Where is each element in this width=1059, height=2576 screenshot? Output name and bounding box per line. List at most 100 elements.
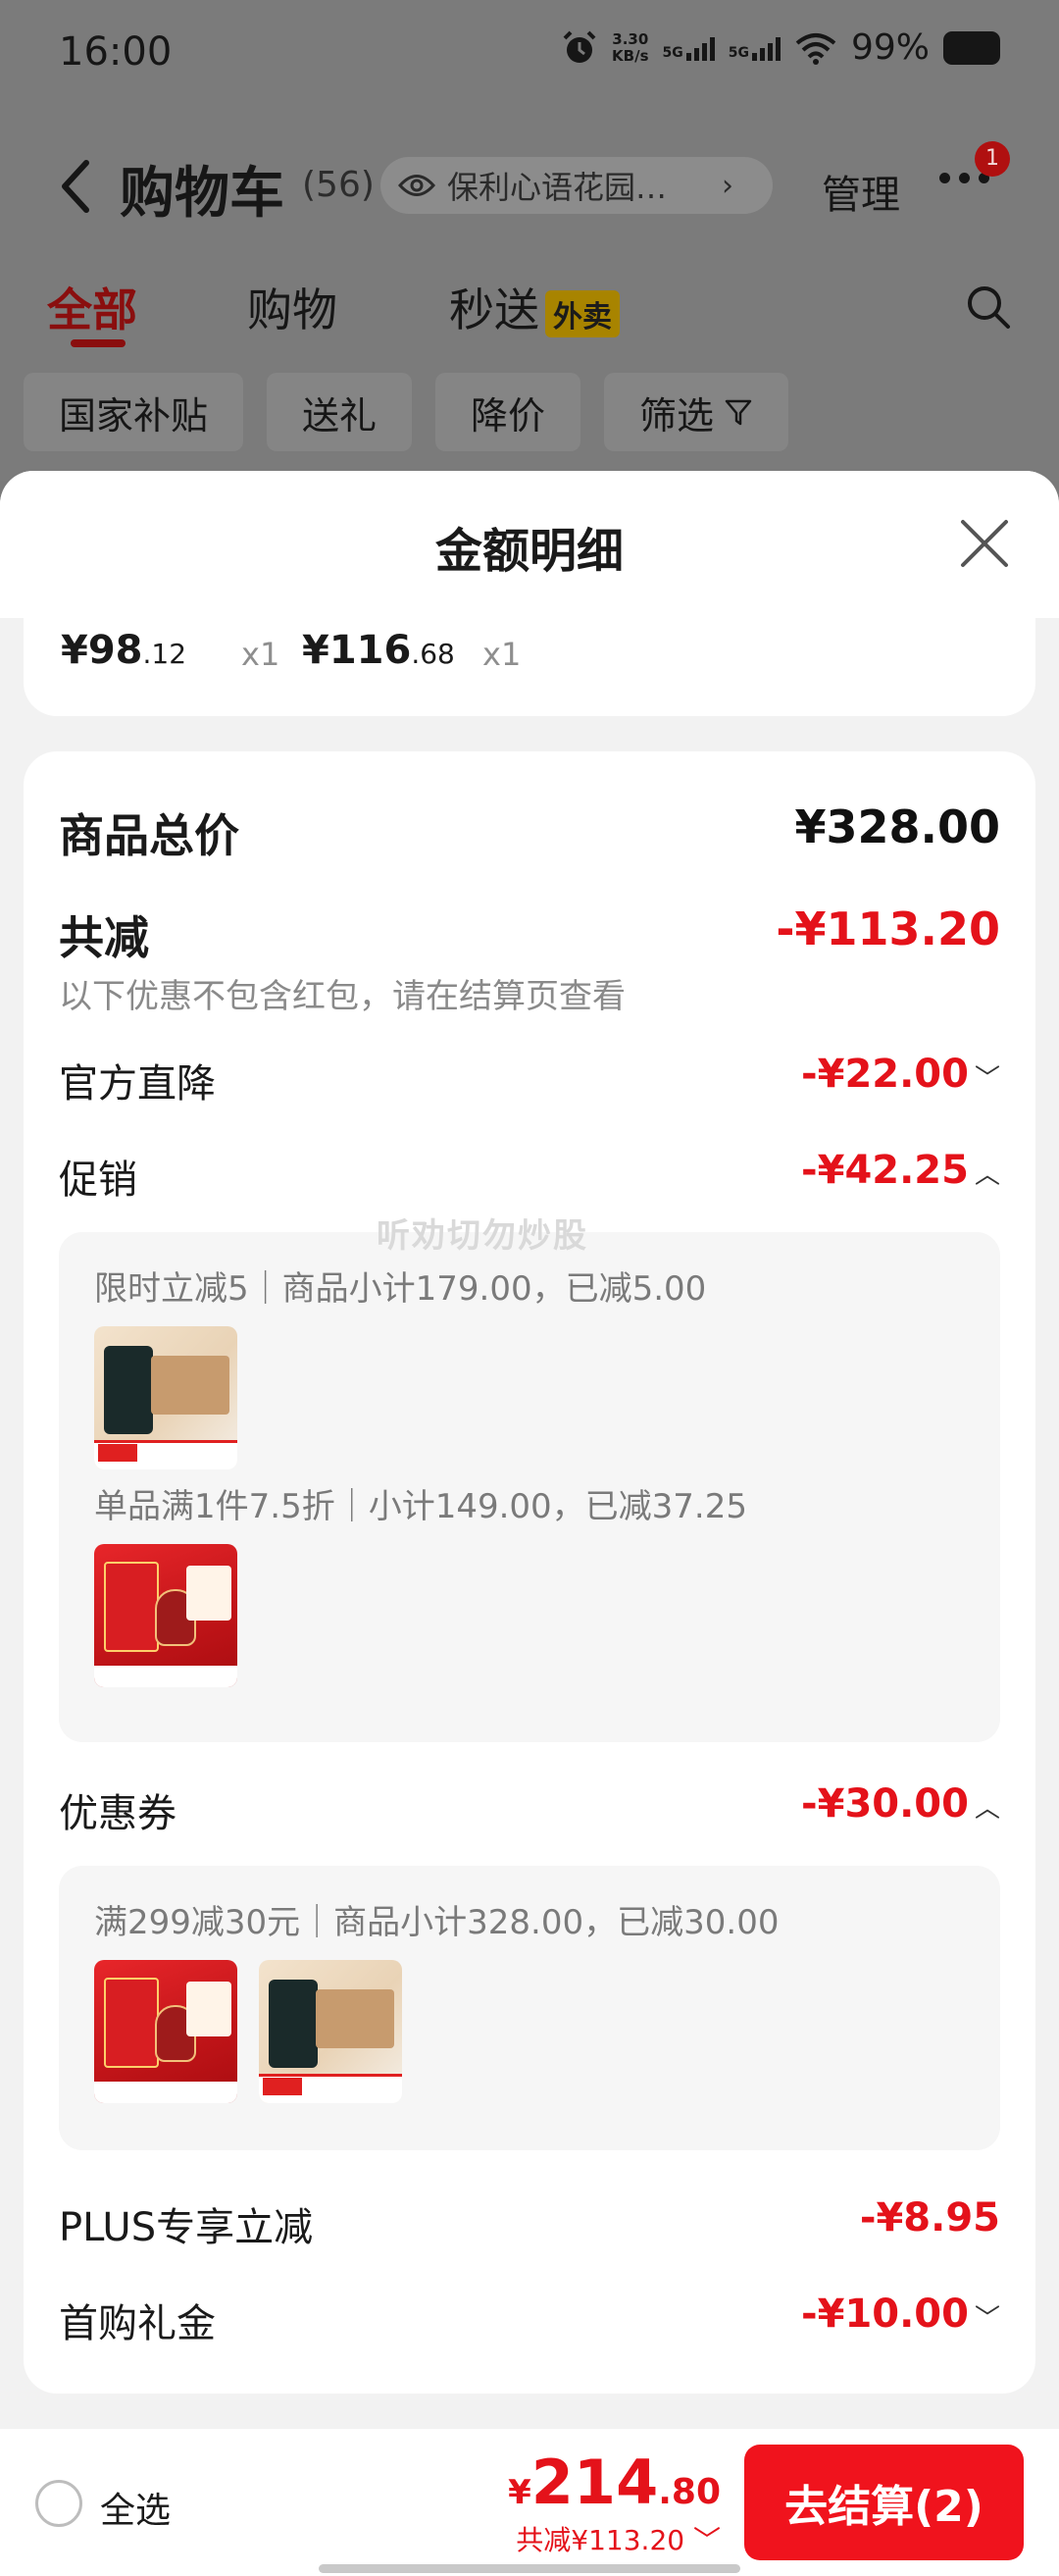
item-qty: x1	[241, 636, 280, 673]
coupon-label: 优惠券	[59, 1791, 176, 1836]
item-price: ¥116.68	[302, 628, 455, 673]
cart-count: (56)	[302, 165, 375, 205]
coupon-value: -¥30.00 ︿	[801, 1781, 1000, 1827]
tab-instant-delivery[interactable]: 秒送 外卖	[449, 275, 620, 339]
official-discount-row[interactable]: 官方直降 -¥22.00 ﹀	[59, 1052, 1000, 1107]
tab-instant-delivery-label: 秒送	[449, 283, 539, 336]
address-selector[interactable]: 保利心语花园… ›	[380, 157, 773, 214]
more-options-icon[interactable]	[939, 173, 989, 183]
chip-gift[interactable]: 送礼	[267, 373, 413, 451]
sheet-title: 金额明细	[434, 524, 624, 579]
net-speed-value: 3.30	[612, 29, 649, 48]
back-arrow-icon[interactable]	[57, 159, 96, 214]
page-title: 购物车	[120, 162, 284, 226]
amount-detail-sheet: 金额明细 ¥98.12 x1 ¥116.68 x1 商品总价 ¥328.00 共…	[0, 471, 1059, 2576]
net-speed: 3.30 KB/s	[612, 29, 649, 65]
signal-bars-icon	[685, 35, 715, 61]
alarm-icon	[563, 30, 596, 63]
search-icon[interactable]	[966, 284, 1011, 330]
status-icons: 3.30 KB/s 5G 5G 99%	[561, 27, 1000, 68]
item-prices-card: ¥98.12 x1 ¥116.68 x1	[24, 618, 1035, 716]
coupon-row[interactable]: 优惠券 -¥30.00 ︿	[59, 1781, 1000, 1836]
net-speed-unit: KB/s	[612, 46, 649, 65]
first-purchase-gift-value: -¥10.00 ﹀	[801, 2292, 1000, 2337]
product-thumbnail-liquor[interactable]	[94, 1326, 237, 1469]
final-total-integer: 214	[530, 2447, 659, 2518]
notification-badge: 1	[975, 141, 1010, 177]
cart-tabs: 全部 购物 秒送 外卖	[0, 275, 1059, 353]
item-price-decimal: .12	[142, 638, 187, 670]
chevron-down-icon: ﹀	[692, 2524, 721, 2556]
final-total-decimal: .80	[658, 2472, 721, 2512]
plus-discount-row: PLUS专享立减 -¥8.95	[59, 2195, 1000, 2250]
promo-detail-line: 单品满1件7.5折｜小计149.00，已减37.25	[94, 1487, 748, 1526]
background-cart-page: 16:00 3.30 KB/s 5G 5G 99% 购物车 (56) 保利心语花…	[0, 0, 1059, 481]
final-total: ¥214.80	[508, 2447, 721, 2518]
signal-2-label: 5G	[728, 44, 749, 61]
signal-2: 5G	[729, 35, 781, 61]
chip-national-subsidy[interactable]: 国家补贴	[24, 373, 244, 451]
promotion-row[interactable]: 促销 -¥42.25 ︿	[59, 1148, 1000, 1203]
promotion-details: 限时立减5｜商品小计179.00，已减5.00 单品满1件7.5折｜小计149.…	[59, 1232, 1000, 1742]
tab-shopping[interactable]: 购物	[247, 275, 337, 339]
filter-funnel-icon	[725, 399, 752, 426]
item-qty: x1	[482, 636, 522, 673]
status-bar: 16:00 3.30 KB/s 5G 5G 99%	[0, 0, 1059, 108]
first-purchase-gift-row[interactable]: 首购礼金 -¥10.00 ﹀	[59, 2292, 1000, 2346]
filter-chips: 国家补贴 送礼 降价 筛选	[24, 373, 789, 451]
saved-amount-toggle[interactable]: 共减¥113.20 ﹀	[516, 2519, 721, 2558]
total-price-row: 商品总价 ¥328.00	[59, 800, 1000, 863]
chip-price-drop[interactable]: 降价	[435, 373, 581, 451]
manage-button[interactable]: 管理	[822, 163, 900, 220]
total-price-label: 商品总价	[59, 809, 239, 862]
first-purchase-gift-label: 首购礼金	[59, 2301, 216, 2346]
plus-discount-label: PLUS专享立减	[59, 2205, 314, 2250]
total-discount-value: -¥113.20	[776, 902, 1000, 955]
chevron-down-icon: ﹀	[974, 2304, 1000, 2334]
coupon-detail-line: 满299减30元｜商品小计328.00，已减30.00	[94, 1903, 780, 1942]
item-price-integer: ¥98	[61, 628, 143, 673]
takeout-tag: 外卖	[545, 289, 620, 337]
product-thumbnail-liquor[interactable]	[259, 1960, 402, 2103]
wifi-icon	[795, 32, 836, 65]
chevron-right-icon: ›	[722, 168, 733, 203]
select-all-radio[interactable]	[35, 2480, 82, 2527]
checkout-button[interactable]: 去结算(2)	[744, 2445, 1024, 2560]
home-indicator	[319, 2564, 740, 2573]
tab-all[interactable]: 全部	[47, 275, 137, 339]
chip-filter-label: 筛选	[639, 393, 715, 438]
product-thumbnail-giftbox[interactable]	[94, 1960, 237, 2103]
promotion-value: -¥42.25 ︿	[801, 1148, 1000, 1193]
status-time: 16:00	[59, 29, 173, 75]
chevron-up-icon: ︿	[974, 1794, 1000, 1824]
total-discount-row: 共减 -¥113.20	[59, 902, 1000, 965]
discount-note: 以下优惠不包含红包，请在结算页查看	[59, 977, 626, 1016]
select-all-label[interactable]: 全选	[100, 2482, 171, 2533]
saved-amount: 共减¥113.20	[516, 2524, 685, 2556]
official-discount-value: -¥22.00 ﹀	[801, 1052, 1000, 1097]
promotion-label: 促销	[59, 1158, 137, 1203]
total-price-value: ¥328.00	[794, 800, 1000, 853]
chevron-up-icon: ︿	[974, 1160, 1000, 1190]
final-total-currency: ¥	[508, 2473, 531, 2512]
close-icon[interactable]	[957, 516, 1012, 571]
promo-detail-line: 限时立减5｜商品小计179.00，已减5.00	[94, 1269, 707, 1309]
chip-filter[interactable]: 筛选	[604, 373, 789, 451]
item-price-decimal: .68	[411, 638, 455, 670]
product-thumbnail-giftbox[interactable]	[94, 1544, 237, 1687]
first-purchase-gift-amount: -¥10.00	[801, 2292, 969, 2337]
checkout-bar: 全选 ¥214.80 共减¥113.20 ﹀ 去结算(2)	[0, 2429, 1059, 2576]
item-price: ¥98.12	[61, 628, 186, 673]
sheet-header: 金额明细	[0, 471, 1059, 618]
watermark-text: 听劝切勿炒股	[377, 1216, 588, 1256]
item-price-integer: ¥116	[302, 628, 412, 673]
eye-icon	[398, 175, 435, 196]
official-discount-label: 官方直降	[59, 1061, 216, 1107]
chevron-down-icon: ﹀	[974, 1064, 1000, 1094]
battery-icon	[943, 30, 1000, 65]
address-text: 保利心语花园…	[447, 169, 668, 206]
promotion-amount: -¥42.25	[801, 1148, 969, 1193]
signal-1: 5G	[663, 35, 715, 61]
signal-1-label: 5G	[662, 44, 683, 61]
total-discount-label: 共减	[59, 911, 149, 964]
